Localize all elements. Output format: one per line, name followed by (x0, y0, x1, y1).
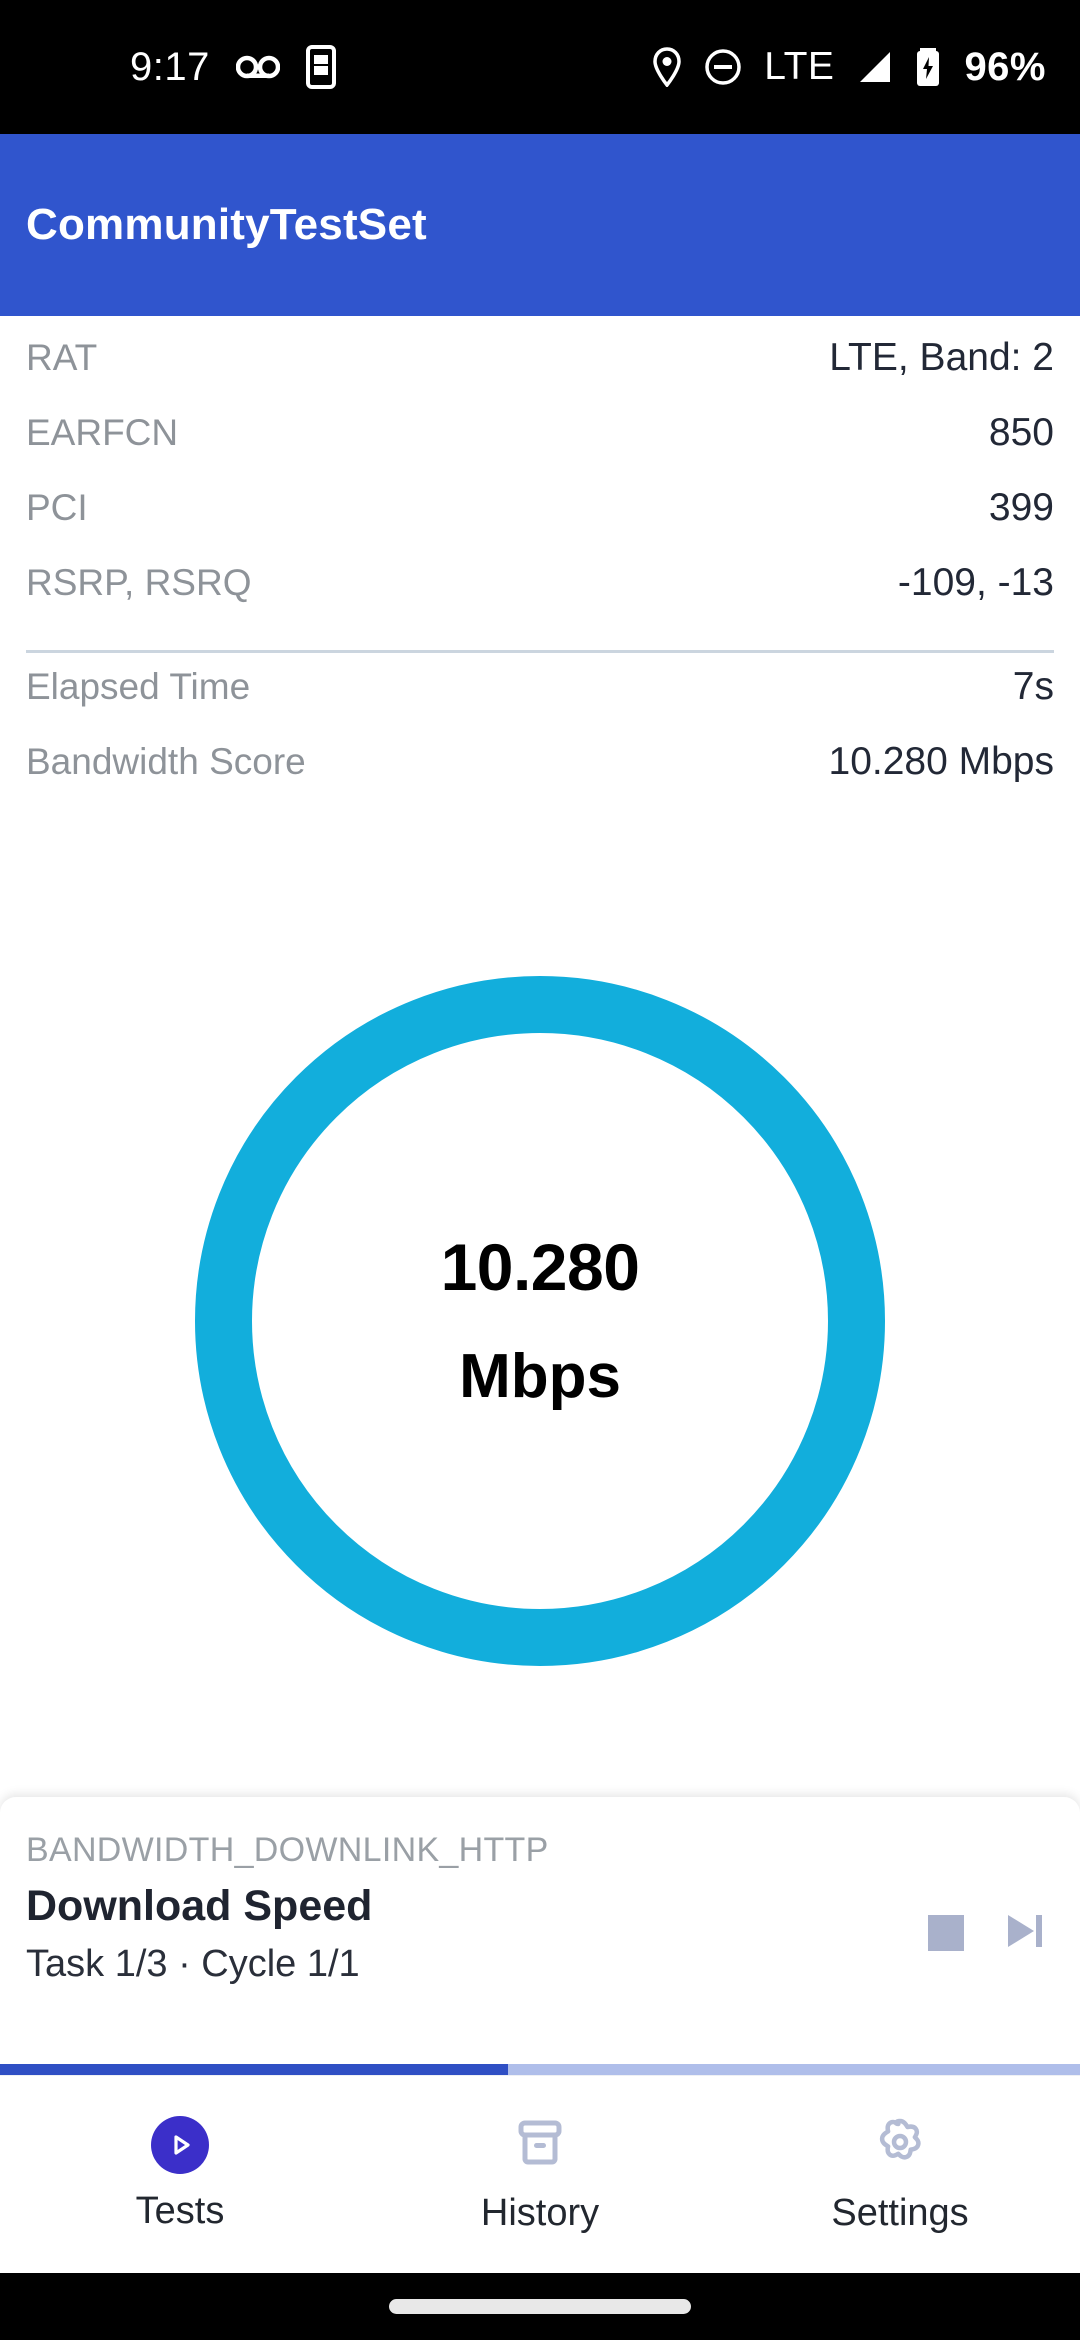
info-value-pci: 399 (988, 486, 1054, 529)
table-row: RAT LTE, Band: 2 (26, 336, 1054, 411)
signal-bars-icon (856, 50, 894, 84)
network-info-block: RAT LTE, Band: 2 EARFCN 850 PCI 399 RSRP… (0, 316, 1080, 815)
table-row: Bandwidth Score 10.280 Mbps (26, 740, 1054, 815)
tab-tests[interactable]: Tests (0, 2116, 360, 2233)
gear-icon (872, 2115, 928, 2176)
table-row: RSRP, RSRQ -109, -13 (26, 561, 1054, 636)
gauge-unit: Mbps (459, 1342, 621, 1411)
adb-phone-icon (305, 45, 336, 89)
task-card-top: BANDWIDTH_DOWNLINK_HTTP Download Speed T… (26, 1831, 1054, 1986)
status-bar-clock: 9:17 (130, 44, 210, 89)
task-progress-fill (0, 2064, 508, 2075)
speed-gauge-container: 10.280 Mbps (0, 976, 1080, 1666)
info-label-earfcn: EARFCN (26, 412, 179, 453)
tab-settings[interactable]: Settings (720, 2115, 1080, 2235)
status-bar: 9:17 LTE 96% (0, 0, 1080, 134)
play-circle-icon (151, 2116, 209, 2174)
info-label-bandwidth-score: Bandwidth Score (26, 741, 306, 782)
battery-charging-icon (916, 48, 940, 86)
phone-screen: 9:17 LTE 96% CommunityTestSet RAT LTE, B… (0, 0, 1080, 2340)
info-value-rsrp-rsrq: -109, -13 (897, 561, 1054, 604)
stop-button[interactable] (928, 1914, 964, 1951)
bottom-navigation: Tests History Settings (0, 2075, 1080, 2273)
network-type-label: LTE (764, 45, 835, 88)
table-row: PCI 399 (26, 486, 1054, 561)
task-card-texts: BANDWIDTH_DOWNLINK_HTTP Download Speed T… (26, 1831, 549, 1986)
tab-history-label: History (480, 2191, 600, 2234)
gauge-value: 10.280 (440, 1230, 640, 1304)
info-label-elapsed-time: Elapsed Time (26, 666, 251, 707)
skip-next-icon (1002, 1909, 1046, 1956)
info-value-rat: LTE, Band: 2 (829, 336, 1054, 379)
current-task-card: BANDWIDTH_DOWNLINK_HTTP Download Speed T… (0, 1797, 1080, 2075)
task-progress-label: Task 1/3 · Cycle 1/1 (26, 1943, 360, 1985)
speed-gauge-ring: 10.280 Mbps (195, 976, 885, 1666)
info-value-earfcn: 850 (988, 411, 1054, 454)
gesture-navigation-bar (0, 2273, 1080, 2340)
info-label-rsrp-rsrq: RSRP, RSRQ (26, 562, 252, 603)
voicemail-icon (235, 52, 280, 82)
stop-icon (928, 1914, 964, 1951)
status-bar-right: LTE 96% (652, 45, 1046, 90)
info-value-bandwidth-score: 10.280 Mbps (828, 740, 1055, 783)
skip-next-button[interactable] (1002, 1909, 1046, 1956)
table-row: EARFCN 850 (26, 411, 1054, 486)
main-content: RAT LTE, Band: 2 EARFCN 850 PCI 399 RSRP… (0, 316, 1080, 2075)
status-bar-left: 9:17 (130, 45, 336, 90)
battery-percent-label: 96% (964, 44, 1046, 89)
info-value-elapsed-time: 7s (1012, 665, 1054, 708)
section-divider (26, 650, 1054, 653)
info-label-pci: PCI (26, 487, 88, 528)
tab-tests-label: Tests (135, 2190, 225, 2232)
task-title-label: Download Speed (26, 1882, 373, 1930)
tab-settings-label: Settings (831, 2191, 969, 2234)
tab-history[interactable]: History (360, 2115, 720, 2235)
info-label-rat: RAT (26, 337, 98, 378)
home-indicator[interactable] (389, 2299, 691, 2314)
archive-icon (512, 2115, 568, 2176)
table-row: Elapsed Time 7s (26, 665, 1054, 740)
do-not-disturb-icon (704, 48, 742, 86)
location-pin-icon (652, 47, 682, 87)
task-progress-bar (0, 2064, 1080, 2075)
app-bar: CommunityTestSet (0, 134, 1080, 316)
page-title: CommunityTestSet (26, 200, 427, 249)
task-controls (928, 1909, 1054, 1956)
task-code-label: BANDWIDTH_DOWNLINK_HTTP (26, 1831, 549, 1869)
